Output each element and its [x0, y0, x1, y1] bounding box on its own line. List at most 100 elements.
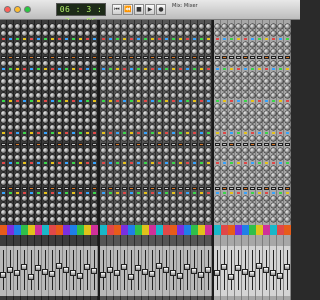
- rotary-knob[interactable]: [178, 49, 183, 54]
- rotary-knob[interactable]: [115, 86, 120, 91]
- rotary-knob[interactable]: [185, 148, 190, 153]
- rotary-knob[interactable]: [57, 203, 62, 208]
- channel-switch[interactable]: [129, 56, 134, 59]
- channel-switch[interactable]: [22, 56, 27, 59]
- rotary-knob[interactable]: [101, 136, 106, 141]
- rotary-knob[interactable]: [143, 196, 148, 201]
- rotary-knob[interactable]: [78, 61, 83, 66]
- rotary-knob[interactable]: [36, 155, 41, 160]
- channel-switch[interactable]: [15, 56, 20, 59]
- rotary-knob[interactable]: [150, 79, 155, 84]
- rotary-knob[interactable]: [164, 72, 169, 77]
- rotary-knob[interactable]: [271, 173, 276, 178]
- rotary-knob[interactable]: [257, 210, 262, 215]
- rotary-knob[interactable]: [136, 125, 141, 130]
- rotary-knob[interactable]: [185, 104, 190, 109]
- rotary-knob[interactable]: [1, 111, 6, 116]
- rotary-knob[interactable]: [64, 125, 69, 130]
- rotary-knob[interactable]: [264, 155, 269, 160]
- rotary-knob[interactable]: [78, 180, 83, 185]
- rotary-knob[interactable]: [185, 49, 190, 54]
- channel-switch[interactable]: [71, 56, 76, 59]
- rotary-knob[interactable]: [250, 173, 255, 178]
- rotary-knob[interactable]: [101, 155, 106, 160]
- rotary-knob[interactable]: [150, 173, 155, 178]
- rotary-knob[interactable]: [29, 42, 34, 47]
- rotary-knob[interactable]: [178, 166, 183, 171]
- rotary-knob[interactable]: [243, 196, 248, 201]
- channel-switch[interactable]: [157, 56, 162, 59]
- rotary-knob[interactable]: [29, 72, 34, 77]
- rotary-knob[interactable]: [285, 125, 290, 130]
- rotary-knob[interactable]: [29, 111, 34, 116]
- rotary-knob[interactable]: [250, 210, 255, 215]
- rotary-knob[interactable]: [36, 104, 41, 109]
- rotary-knob[interactable]: [108, 155, 113, 160]
- channel-switch[interactable]: [115, 187, 120, 190]
- rotary-knob[interactable]: [50, 118, 55, 123]
- rotary-knob[interactable]: [50, 166, 55, 171]
- rotary-knob[interactable]: [122, 173, 127, 178]
- rotary-knob[interactable]: [115, 118, 120, 123]
- rotary-knob[interactable]: [264, 79, 269, 84]
- rotary-knob[interactable]: [122, 42, 127, 47]
- rotary-knob[interactable]: [8, 49, 13, 54]
- rotary-knob[interactable]: [57, 136, 62, 141]
- channel-switch[interactable]: [278, 143, 283, 146]
- channel-fader[interactable]: [135, 265, 141, 271]
- rotary-knob[interactable]: [101, 180, 106, 185]
- rotary-knob[interactable]: [64, 148, 69, 153]
- rotary-knob[interactable]: [206, 104, 211, 109]
- rotary-knob[interactable]: [101, 203, 106, 208]
- channel-fader[interactable]: [21, 264, 27, 270]
- rotary-knob[interactable]: [36, 42, 41, 47]
- rotary-knob[interactable]: [185, 203, 190, 208]
- rotary-knob[interactable]: [122, 31, 127, 36]
- rotary-knob[interactable]: [199, 79, 204, 84]
- rotary-knob[interactable]: [285, 155, 290, 160]
- rotary-knob[interactable]: [85, 118, 90, 123]
- rotary-knob[interactable]: [185, 166, 190, 171]
- channel-fader[interactable]: [249, 271, 255, 277]
- rotary-knob[interactable]: [57, 61, 62, 66]
- rotary-knob[interactable]: [229, 111, 234, 116]
- rotary-knob[interactable]: [85, 173, 90, 178]
- rotary-knob[interactable]: [278, 104, 283, 109]
- rotary-knob[interactable]: [264, 93, 269, 98]
- channel-switch[interactable]: [85, 56, 90, 59]
- rotary-knob[interactable]: [185, 86, 190, 91]
- rotary-knob[interactable]: [71, 180, 76, 185]
- channel-switch[interactable]: [285, 187, 290, 190]
- rotary-knob[interactable]: [206, 93, 211, 98]
- rotary-knob[interactable]: [178, 86, 183, 91]
- rotary-knob[interactable]: [85, 72, 90, 77]
- rotary-knob[interactable]: [215, 61, 220, 66]
- channel-switch[interactable]: [92, 56, 97, 59]
- rotary-knob[interactable]: [250, 31, 255, 36]
- rotary-knob[interactable]: [199, 72, 204, 77]
- rotary-knob[interactable]: [243, 210, 248, 215]
- rewind-button[interactable]: ⏪: [123, 4, 133, 15]
- rotary-knob[interactable]: [36, 24, 41, 29]
- rotary-knob[interactable]: [222, 72, 227, 77]
- rotary-knob[interactable]: [271, 210, 276, 215]
- rotary-knob[interactable]: [150, 136, 155, 141]
- rotary-knob[interactable]: [115, 136, 120, 141]
- rotary-knob[interactable]: [222, 111, 227, 116]
- rotary-knob[interactable]: [271, 180, 276, 185]
- channel-fader[interactable]: [77, 273, 83, 279]
- rotary-knob[interactable]: [1, 72, 6, 77]
- rotary-knob[interactable]: [136, 86, 141, 91]
- channel-switch[interactable]: [250, 56, 255, 59]
- rotary-knob[interactable]: [64, 61, 69, 66]
- rotary-knob[interactable]: [199, 196, 204, 201]
- rotary-knob[interactable]: [101, 86, 106, 91]
- rotary-knob[interactable]: [8, 203, 13, 208]
- channel-switch[interactable]: [285, 56, 290, 59]
- rotary-knob[interactable]: [22, 180, 27, 185]
- rotary-knob[interactable]: [15, 86, 20, 91]
- rotary-knob[interactable]: [192, 210, 197, 215]
- rotary-knob[interactable]: [78, 111, 83, 116]
- channel-switch[interactable]: [157, 143, 162, 146]
- rotary-knob[interactable]: [143, 136, 148, 141]
